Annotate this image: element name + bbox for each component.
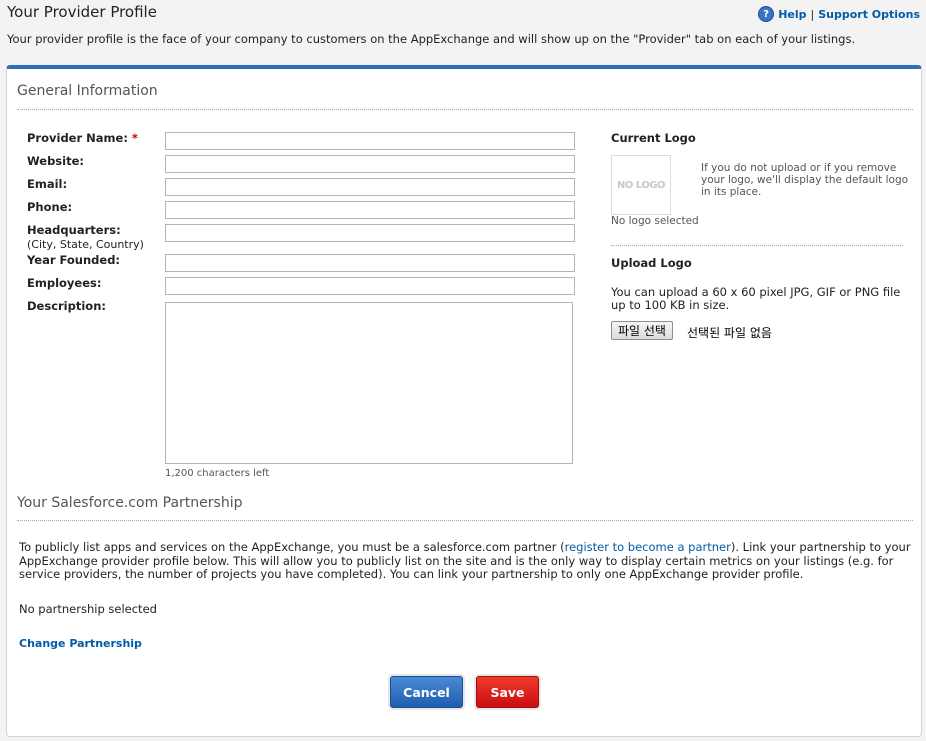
upload-logo-note: You can upload a 60 x 60 pixel JPG, GIF … [611,285,901,312]
general-information-title: General Information [17,83,158,99]
file-status: 선택된 파일 없음 [687,326,772,340]
description-label: Description: [27,299,106,313]
section-divider [17,109,913,110]
partnership-description: To publicly list apps and services on th… [19,540,911,581]
provider-name-input[interactable] [165,132,575,150]
required-marker: * [131,131,138,145]
choose-file-button[interactable]: 파일 선택 [611,321,673,340]
phone-label: Phone: [27,200,73,214]
cancel-button[interactable]: Cancel [390,676,463,708]
year-founded-input[interactable] [165,254,575,272]
register-partner-link[interactable]: register to become a partner [565,540,731,554]
profile-form-panel: General Information Provider Name: * Webs… [6,65,922,737]
headquarters-label: Headquarters: (City, State, Country) [27,223,144,251]
save-button[interactable]: Save [476,676,539,708]
page-title: Your Provider Profile [7,3,157,21]
intro-text: Your provider profile is the face of you… [7,32,856,46]
logo-divider [611,245,903,246]
help-links: ? Help | Support Options [758,6,920,22]
logo-note: If you do not upload or if you remove yo… [701,162,909,198]
headquarters-input[interactable] [165,224,575,242]
help-icon[interactable]: ? [758,6,775,22]
partnership-title: Your Salesforce.com Partnership [17,495,243,511]
change-partnership-link[interactable]: Change Partnership [19,637,142,650]
upload-logo-title: Upload Logo [611,256,692,270]
email-label: Email: [27,177,68,191]
employees-label: Employees: [27,276,102,290]
logo-placeholder: NO LOGO [611,155,671,215]
partnership-divider [17,520,913,521]
characters-left-counter: 1,200 characters left [165,468,270,479]
logo-status: No logo selected [611,215,699,227]
website-label: Website: [27,154,84,168]
link-separator: | [810,7,815,21]
headquarters-hint: (City, State, Country) [27,238,144,251]
employees-input[interactable] [165,277,575,295]
support-options-link[interactable]: Support Options [818,8,920,21]
current-logo-title: Current Logo [611,131,696,145]
phone-input[interactable] [165,201,575,219]
provider-name-label: Provider Name: * [27,131,138,145]
help-link[interactable]: Help [778,8,806,21]
website-input[interactable] [165,155,575,173]
description-textarea[interactable] [165,302,573,464]
partnership-status: No partnership selected [19,602,157,616]
year-founded-label: Year Founded: [27,253,121,267]
email-input[interactable] [165,178,575,196]
